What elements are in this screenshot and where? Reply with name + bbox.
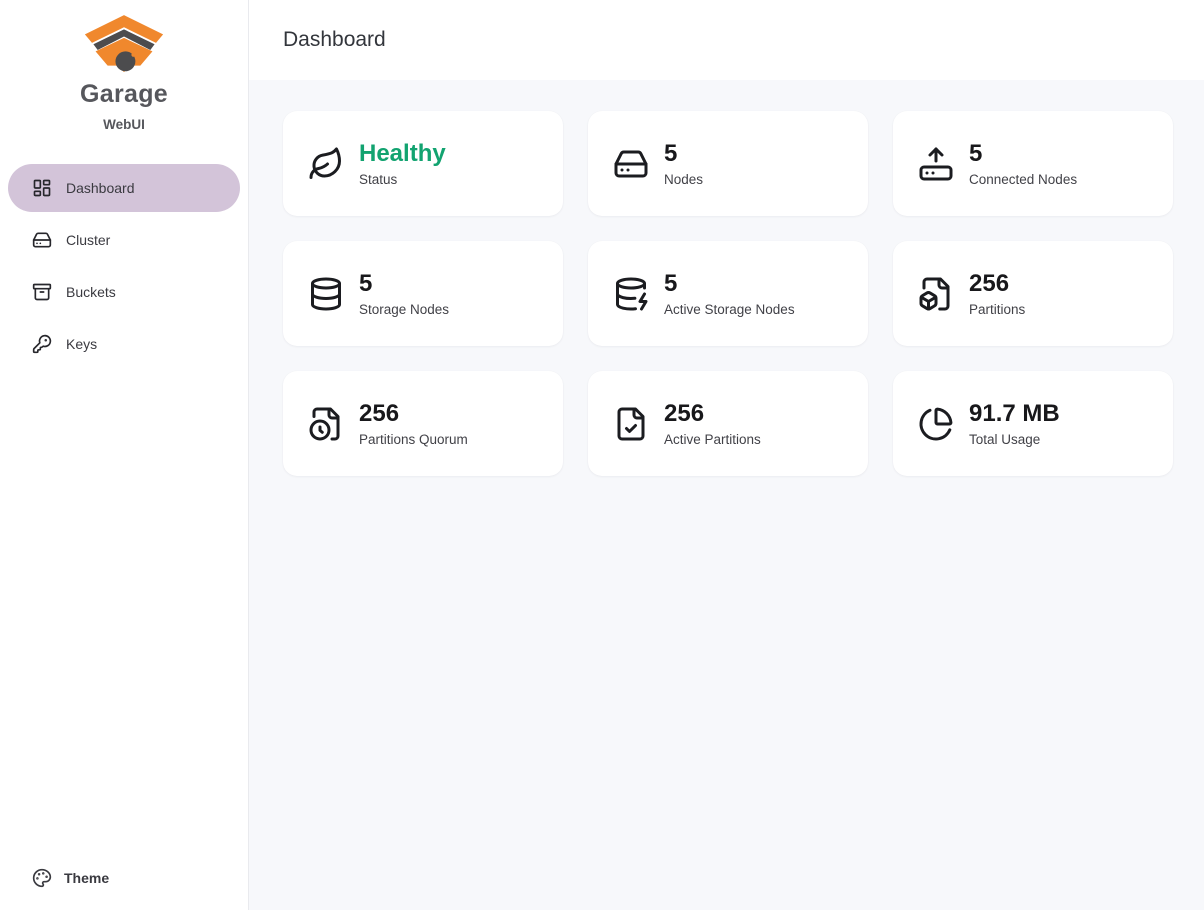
garage-logo-icon — [80, 13, 168, 77]
top-bar: Dashboard — [249, 0, 1204, 80]
stat-card: 256 Active Partitions — [588, 371, 868, 476]
key-icon — [32, 334, 52, 354]
stat-value: 5 — [359, 270, 449, 298]
stat-label: Nodes — [664, 172, 703, 187]
stat-card: 256 Partitions — [893, 241, 1173, 346]
stat-value: 256 — [664, 400, 761, 428]
stat-value: Healthy — [359, 140, 446, 168]
stat-card: 5 Nodes — [588, 111, 868, 216]
stat-label: Status — [359, 172, 446, 187]
stat-value: 5 — [969, 140, 1077, 168]
stat-label: Storage Nodes — [359, 302, 449, 317]
content: Healthy Status 5 Nodes 5 Connected Nodes… — [249, 80, 1204, 910]
hard-drive-icon — [613, 146, 649, 182]
app-subtitle: WebUI — [103, 117, 145, 132]
sidebar-item-buckets[interactable]: Buckets — [8, 268, 240, 316]
sidebar-item-label: Dashboard — [66, 180, 135, 196]
stat-label: Partitions — [969, 302, 1025, 317]
hard-drive-icon — [32, 230, 52, 250]
stat-card: 91.7 MB Total Usage — [893, 371, 1173, 476]
sidebar-footer: Theme — [0, 854, 248, 910]
stat-value: 91.7 MB — [969, 400, 1060, 428]
pie-chart-icon — [918, 406, 954, 442]
stats-grid: Healthy Status 5 Nodes 5 Connected Nodes… — [283, 111, 1173, 476]
sidebar-item-dashboard[interactable]: Dashboard — [8, 164, 240, 212]
stat-card: 5 Storage Nodes — [283, 241, 563, 346]
palette-icon — [32, 868, 52, 888]
sidebar-nav: Dashboard Cluster Buckets Keys — [0, 164, 248, 368]
theme-toggle-button[interactable]: Theme — [8, 854, 240, 902]
logo-block: Garage WebUI — [0, 0, 248, 132]
theme-label: Theme — [64, 870, 109, 886]
stat-value: 256 — [969, 270, 1025, 298]
stat-value: 256 — [359, 400, 468, 428]
database-icon — [308, 276, 344, 312]
stat-value: 5 — [664, 140, 703, 168]
sidebar-item-keys[interactable]: Keys — [8, 320, 240, 368]
stat-card: Healthy Status — [283, 111, 563, 216]
sidebar: Garage WebUI Dashboard Cluster Buckets K… — [0, 0, 249, 910]
stat-card: 256 Partitions Quorum — [283, 371, 563, 476]
stat-value: 5 — [664, 270, 795, 298]
stat-label: Connected Nodes — [969, 172, 1077, 187]
file-clock-icon — [308, 406, 344, 442]
database-zap-icon — [613, 276, 649, 312]
stat-label: Active Partitions — [664, 432, 761, 447]
layout-dashboard-icon — [32, 178, 52, 198]
hard-drive-upload-icon — [918, 146, 954, 182]
stat-card: 5 Connected Nodes — [893, 111, 1173, 216]
file-check-icon — [613, 406, 649, 442]
file-box-icon — [918, 276, 954, 312]
stat-label: Active Storage Nodes — [664, 302, 795, 317]
sidebar-item-label: Buckets — [66, 284, 116, 300]
main-area: Dashboard Healthy Status 5 Nodes 5 Conne… — [249, 0, 1204, 910]
sidebar-item-cluster[interactable]: Cluster — [8, 216, 240, 264]
stat-label: Total Usage — [969, 432, 1060, 447]
sidebar-item-label: Keys — [66, 336, 97, 352]
page-title: Dashboard — [283, 28, 386, 52]
sidebar-item-label: Cluster — [66, 232, 110, 248]
leaf-icon — [308, 146, 344, 182]
archive-box-icon — [32, 282, 52, 302]
stat-card: 5 Active Storage Nodes — [588, 241, 868, 346]
app-title: Garage — [80, 80, 168, 109]
stat-label: Partitions Quorum — [359, 432, 468, 447]
